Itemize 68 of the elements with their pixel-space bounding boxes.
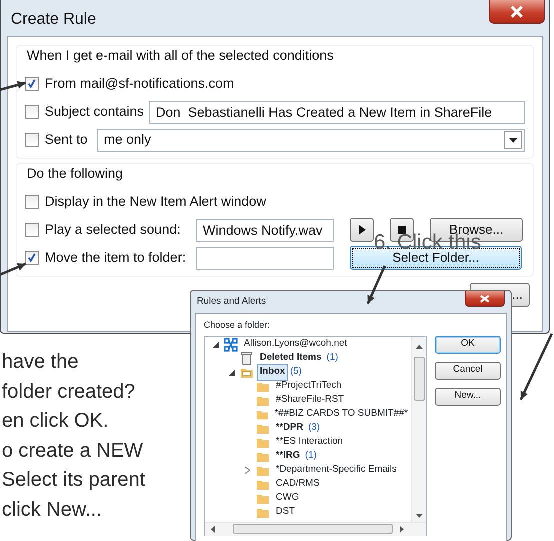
account-icon [224, 338, 238, 352]
scroll-right-icon[interactable] [400, 526, 404, 532]
checkbox-label[interactable]: Subject contains [45, 102, 144, 122]
instruction-text: folder created? [2, 380, 136, 404]
close-icon [510, 6, 524, 18]
tree-item[interactable]: Inbox [257, 364, 288, 381]
arrow [366, 266, 386, 304]
close-icon [480, 294, 490, 302]
checkbox-label[interactable]: Move the item to folder: [45, 248, 186, 268]
unread-count: (1) [326, 351, 338, 366]
checkbox[interactable] [25, 251, 39, 265]
window-title: Create Rule [11, 10, 96, 30]
instruction-text: en click OK. [2, 409, 109, 434]
tree-item[interactable]: **IRG [273, 448, 304, 465]
tree-item[interactable]: #ShareFile-RST [273, 392, 348, 409]
checkbox-label[interactable]: Play a selected sound: [45, 220, 181, 240]
folder-field[interactable] [196, 246, 334, 270]
scroll-up-icon[interactable] [416, 344, 423, 348]
scroll-left-icon[interactable] [211, 526, 215, 532]
instruction-text: o create a NEW [2, 438, 144, 464]
scroll-thumb[interactable] [233, 524, 393, 534]
checkbox[interactable] [25, 195, 39, 209]
play-icon [358, 225, 366, 235]
close-button[interactable] [489, 0, 545, 24]
horizontal-scrollbar[interactable] [205, 522, 426, 536]
arrow [0, 262, 26, 276]
unread-count: (3) [308, 421, 320, 436]
tree-item[interactable]: CAD/RMS [273, 476, 323, 493]
tree-item[interactable]: *##BIZ CARDS TO SUBMIT##* [272, 406, 412, 423]
dropdown-value: me only [104, 130, 152, 149]
prompt-text: Choose a folder: [204, 320, 270, 330]
dialog-button[interactable]: New... [435, 388, 501, 406]
checkbox-label[interactable]: Display in the New Item Alert window [45, 192, 266, 212]
dropdown[interactable]: me only [97, 128, 525, 152]
checkbox[interactable] [25, 105, 39, 119]
scroll-thumb[interactable] [414, 356, 425, 400]
unread-count: (5) [290, 365, 302, 380]
instruction-text: have the [2, 350, 79, 375]
dialog-button[interactable]: OK [435, 336, 501, 354]
unread-count: (1) [305, 449, 317, 464]
checkbox[interactable] [25, 223, 39, 237]
arrow [520, 333, 554, 401]
group-heading: Do the following [27, 165, 124, 183]
checkbox[interactable] [25, 133, 39, 147]
window-title: Rules and Alerts [197, 295, 266, 309]
checkbox-label[interactable]: From mail@sf-notifications.com [45, 74, 234, 94]
tree-item[interactable]: **DPR [273, 420, 306, 437]
tree-item[interactable]: DST [273, 504, 298, 521]
vertical-scrollbar[interactable] [411, 336, 426, 522]
instruction-text: Select its parent [2, 468, 146, 493]
instruction-text: click New... [2, 498, 102, 522]
dialog-button[interactable]: Cancel [435, 362, 501, 380]
close-button[interactable] [465, 291, 505, 307]
play-button[interactable] [350, 218, 374, 242]
tree-item[interactable]: Deleted Items [257, 350, 325, 367]
text-field[interactable]: Don Sebastianelli Has Created a New Item in ShareFile [149, 100, 525, 124]
scroll-down-icon[interactable] [416, 514, 423, 518]
tree-item[interactable]: CWG [273, 490, 302, 507]
tree-item[interactable]: **ES Interaction [273, 434, 346, 451]
checkbox-label[interactable]: Sent to [45, 130, 88, 150]
checkbox[interactable] [25, 77, 39, 91]
tree-item[interactable]: Allison.Lyons@wcoh.net [241, 336, 350, 353]
tree-item[interactable]: #ProjectTriTech [273, 378, 345, 395]
tree-item[interactable]: *Department-Specific Emails [273, 462, 400, 479]
group-heading: When I get e-mail with all of the selected conditions [27, 47, 335, 65]
arrow [0, 81, 26, 92]
trash-icon [240, 352, 254, 366]
sound-file-field[interactable]: Windows Notify.wav [196, 218, 334, 242]
